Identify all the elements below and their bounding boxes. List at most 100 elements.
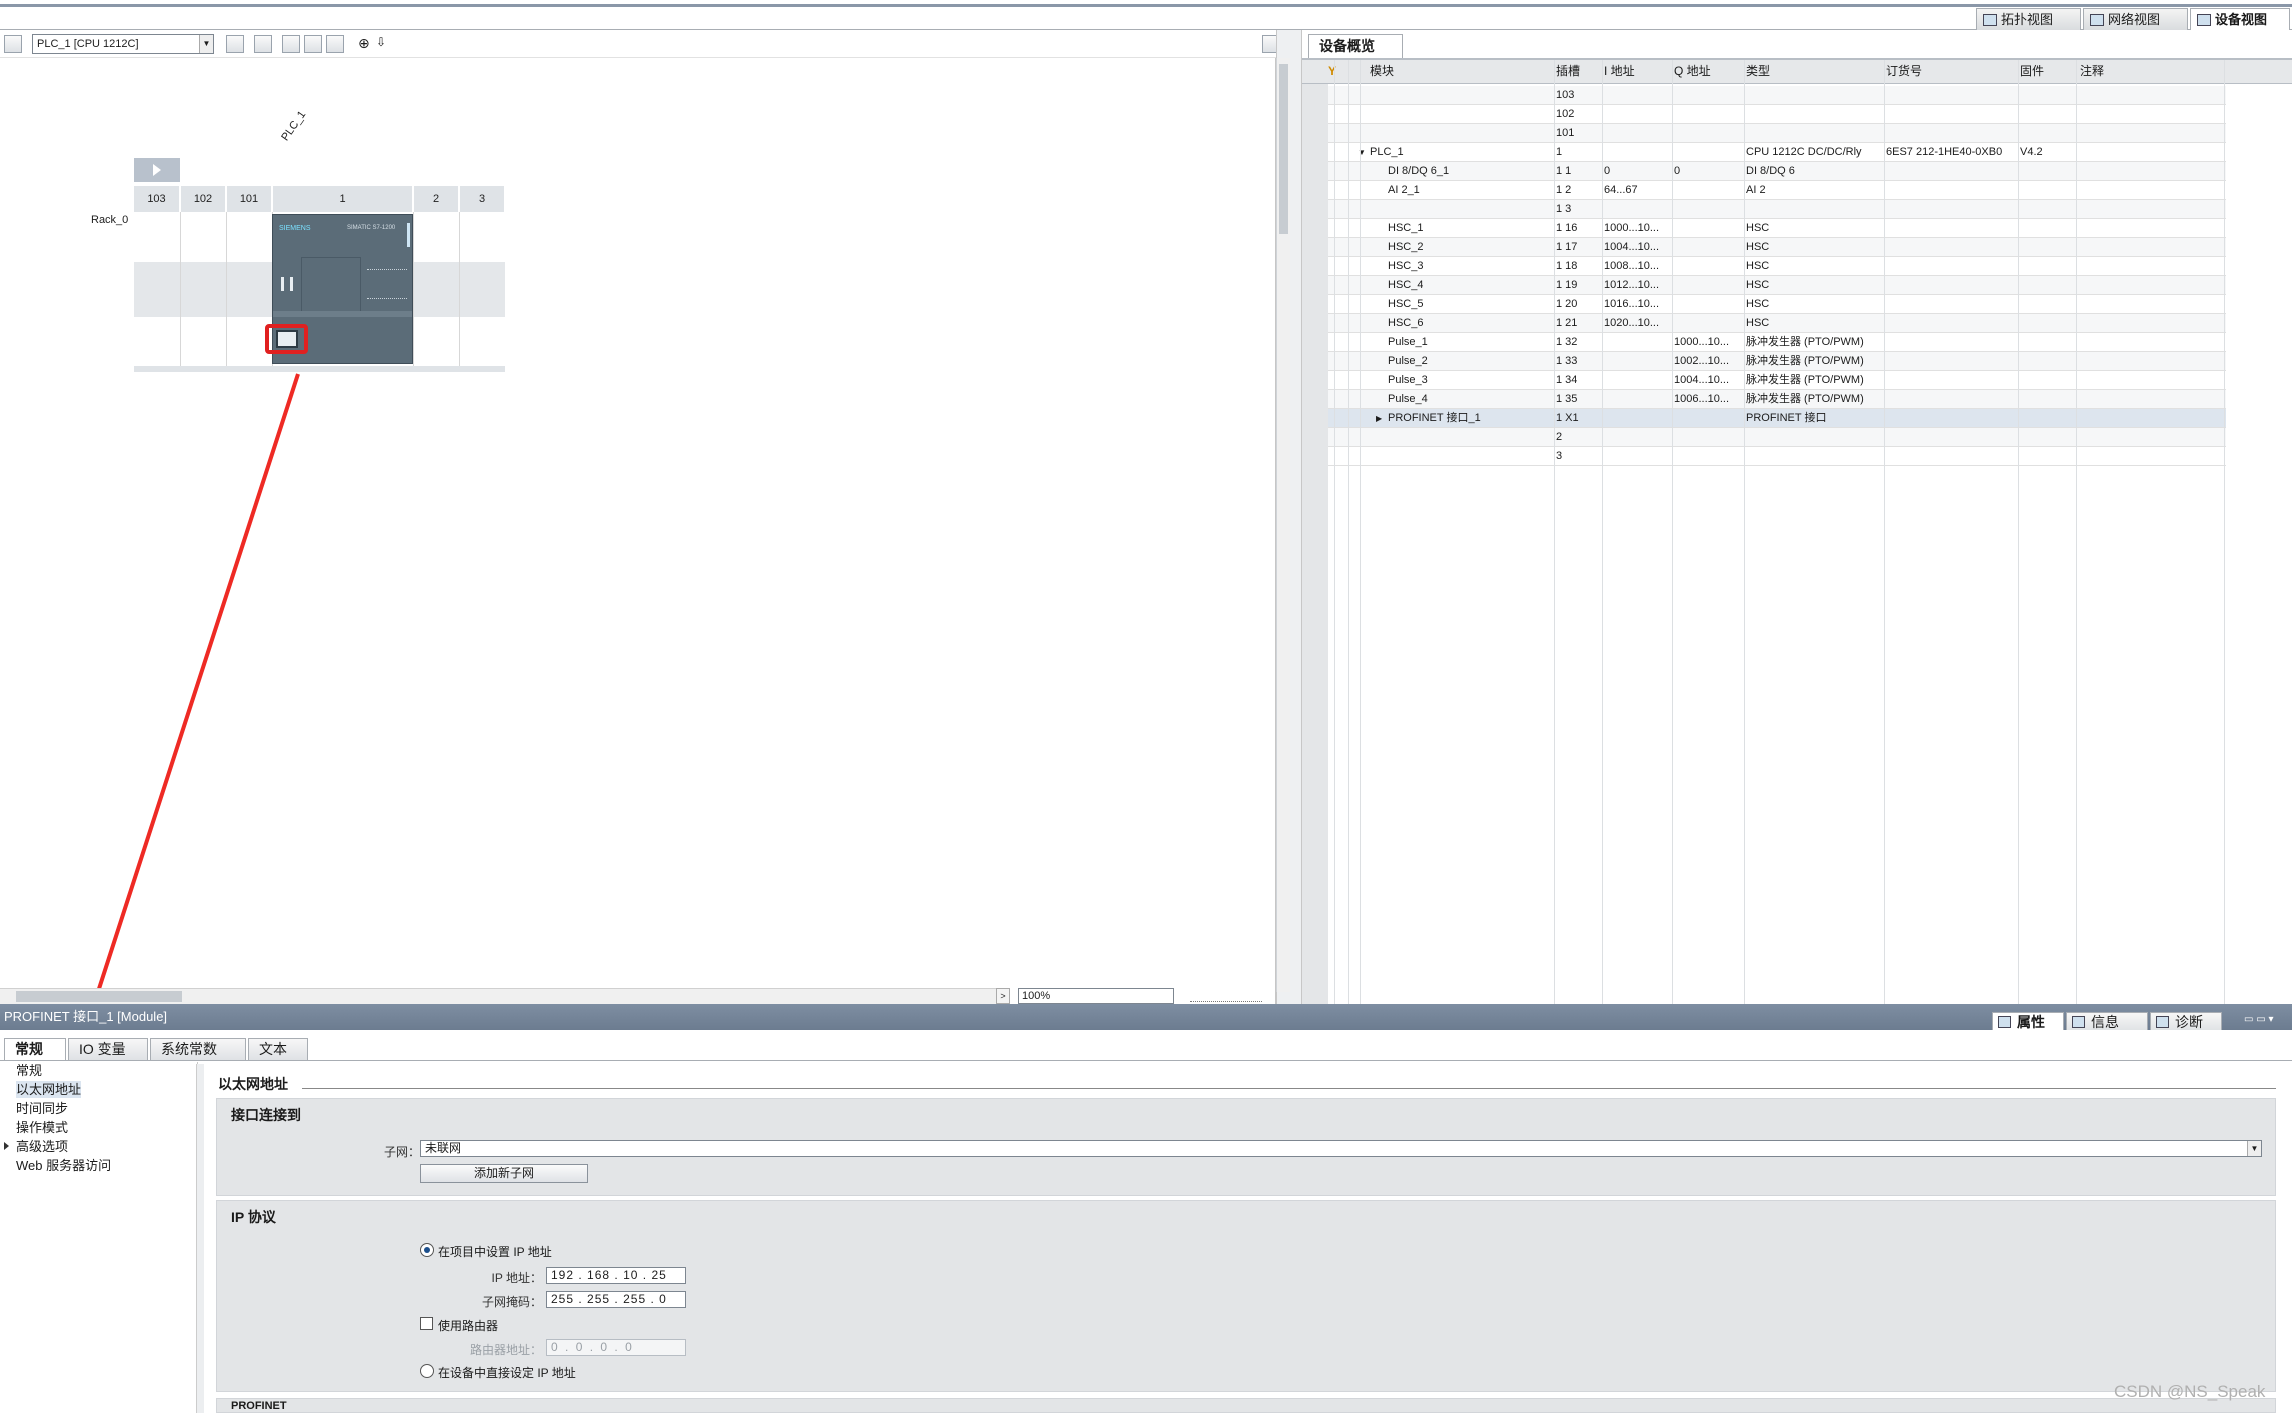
scroll-right-icon[interactable]: >	[996, 988, 1010, 1004]
table-cell: 1 16	[1556, 222, 1578, 234]
table-cell: 1 1	[1556, 165, 1572, 177]
tab-texts[interactable]: 文本	[248, 1038, 308, 1060]
table-row[interactable]: DI 8/DQ 6_1 1 1 0 0 DI 8/DQ 6	[1302, 162, 2226, 181]
table-row[interactable]: Pulse_1 1 32 1000...10... 脉冲发生器 (PTO/PWM)	[1302, 333, 2226, 352]
expand-arrow-icon[interactable]	[4, 1142, 9, 1150]
col-comment[interactable]: 注释	[2080, 62, 2104, 80]
col-q-address[interactable]: Q 地址	[1674, 62, 1711, 80]
tab-general[interactable]: 常规	[4, 1038, 66, 1060]
profinet-section-title: PROFINET	[231, 1400, 287, 1412]
table-cell: 101	[1556, 127, 1575, 139]
table-cell: 1 19	[1556, 279, 1578, 291]
table-cell: HSC	[1746, 222, 1770, 234]
table-row[interactable]: HSC_2 1 17 1004...10... HSC	[1302, 238, 2226, 257]
tab-diagnostics[interactable]: 诊断	[2150, 1012, 2222, 1032]
ip-section-title: IP 协议	[231, 1209, 276, 1225]
arrow-line	[72, 373, 300, 1067]
use-router-label: 使用路由器	[438, 1319, 499, 1333]
table-cell: 脉冲发生器 (PTO/PWM)	[1746, 393, 1864, 405]
table-cell: 1 17	[1556, 241, 1578, 253]
table-row[interactable]: 102	[1302, 105, 2226, 124]
subnet-value: 未联网	[425, 1141, 462, 1155]
table-row[interactable]: HSC_3 1 18 1008...10... HSC	[1302, 257, 2226, 276]
table-cell: PLC_1	[1370, 146, 1404, 158]
nav-advanced-options[interactable]: 高级选项	[16, 1138, 68, 1155]
use-router-checkbox[interactable]	[420, 1317, 433, 1330]
tab-device-overview[interactable]: 设备概览	[1308, 34, 1403, 58]
table-row[interactable]: 101	[1302, 124, 2226, 143]
watermark: CSDN @NS_Speak	[2114, 1382, 2266, 1401]
tab-system-constants[interactable]: 系统常数	[150, 1038, 246, 1060]
table-row[interactable]: 1 3	[1302, 200, 2226, 219]
table-cell: 1 2	[1556, 184, 1572, 196]
table-row[interactable]: Pulse_4 1 35 1006...10... 脉冲发生器 (PTO/PWM)	[1302, 390, 2226, 409]
inspector-title-bar: PROFINET 接口_1 [Module]	[0, 1004, 2292, 1030]
add-subnet-button[interactable]: 添加新子网	[420, 1164, 588, 1183]
nav-time-sync[interactable]: 时间同步	[16, 1100, 68, 1117]
ip-address-field[interactable]: 192 . 168 . 10 . 25	[546, 1267, 686, 1284]
nav-general[interactable]: 常规	[16, 1062, 42, 1079]
col-type[interactable]: 类型	[1746, 62, 1770, 80]
overview-header	[1302, 58, 2292, 84]
table-cell: 1 3	[1556, 203, 1572, 215]
table-row[interactable]: HSC_4 1 19 1012...10... HSC	[1302, 276, 2226, 295]
column-divider	[1334, 60, 1335, 1004]
table-cell: Pulse_2	[1388, 355, 1428, 367]
canvas-hscrollbar[interactable]	[0, 988, 1000, 1004]
column-divider	[1672, 60, 1673, 1004]
scroll-thumb[interactable]	[1279, 64, 1288, 234]
nav-operating-mode[interactable]: 操作模式	[16, 1119, 68, 1136]
radio-set-ip-on-device[interactable]	[420, 1364, 434, 1378]
table-row[interactable]: 3	[1302, 447, 2226, 466]
col-i-address[interactable]: I 地址	[1604, 62, 1635, 80]
table-cell: 1008...10...	[1604, 260, 1660, 272]
canvas-vscrollbar[interactable]	[1276, 58, 1290, 992]
col-slot[interactable]: 插槽	[1556, 62, 1580, 80]
col-module[interactable]: 模块	[1370, 62, 1394, 80]
col-firmware[interactable]: 固件	[2020, 62, 2044, 80]
table-row[interactable]: 103	[1302, 86, 2226, 105]
table-row[interactable]: AI 2_1 1 2 64...67 AI 2	[1302, 181, 2226, 200]
zoom-select[interactable]: 100%	[1018, 988, 1174, 1004]
table-row[interactable]: HSC_6 1 21 1020...10... HSC	[1302, 314, 2226, 333]
column-divider	[1348, 60, 1349, 1004]
router-octet: 0	[551, 1340, 560, 1354]
nav-web-server[interactable]: Web 服务器访问	[16, 1157, 111, 1174]
col-order-number[interactable]: 订货号	[1886, 62, 1922, 80]
tab-info[interactable]: 信息	[2066, 1012, 2148, 1032]
table-cell: 1000...10...	[1674, 336, 1730, 348]
table-cell: Pulse_1	[1388, 336, 1428, 348]
table-row[interactable]: HSC_5 1 20 1016...10... HSC	[1302, 295, 2226, 314]
subnet-mask-field[interactable]: 255 . 255 . 255 . 0	[546, 1291, 686, 1308]
zoom-slider[interactable]	[1190, 990, 1262, 1002]
window-controls-icon[interactable]: ▭ ▭ ▾	[2244, 1014, 2288, 1028]
subnet-select[interactable]: 未联网 ▼	[420, 1140, 2262, 1157]
table-row[interactable]: Pulse_2 1 33 1002...10... 脉冲发生器 (PTO/PWM)	[1302, 352, 2226, 371]
table-row[interactable]: PROFINET 接口_1 1 X1 PROFINET 接口 ▶	[1302, 409, 2226, 428]
table-cell: 1012...10...	[1604, 279, 1660, 291]
table-cell: HSC	[1746, 317, 1770, 329]
table-cell: 102	[1556, 108, 1575, 120]
expand-icon[interactable]: ▶	[1376, 409, 1382, 428]
nav-splitter[interactable]	[196, 1064, 204, 1413]
inspector-title: PROFINET 接口_1 [Module]	[4, 1009, 168, 1024]
column-divider	[1602, 60, 1603, 1004]
table-row[interactable]: Pulse_3 1 34 1004...10... 脉冲发生器 (PTO/PWM)	[1302, 371, 2226, 390]
router-address-field[interactable]: 0 . 0 . 0 . 0	[546, 1339, 686, 1356]
table-cell: 1000...10...	[1604, 222, 1660, 234]
table-row[interactable]: HSC_1 1 16 1000...10... HSC	[1302, 219, 2226, 238]
table-cell: 1 20	[1556, 298, 1578, 310]
nav-ethernet-address[interactable]: 以太网地址	[16, 1081, 82, 1098]
mask-octet: 255	[551, 1292, 575, 1306]
table-cell: 1006...10...	[1674, 393, 1730, 405]
radio-set-ip-in-project[interactable]	[420, 1243, 434, 1257]
mask-octet: 255	[623, 1292, 647, 1306]
table-cell: 6ES7 212-1HE40-0XB0	[1886, 146, 2003, 158]
ip-address-label: IP 地址：	[491, 1271, 542, 1285]
tab-properties[interactable]: 属性	[1992, 1012, 2064, 1032]
table-row[interactable]: 2	[1302, 428, 2226, 447]
tab-io-tags[interactable]: IO 变量	[68, 1038, 148, 1060]
subnet-label: 子网：	[383, 1145, 420, 1159]
table-row[interactable]: PLC_1 1 CPU 1212C DC/DC/Rly 6ES7 212-1HE40-…	[1302, 143, 2226, 162]
scroll-thumb[interactable]	[16, 991, 182, 1002]
